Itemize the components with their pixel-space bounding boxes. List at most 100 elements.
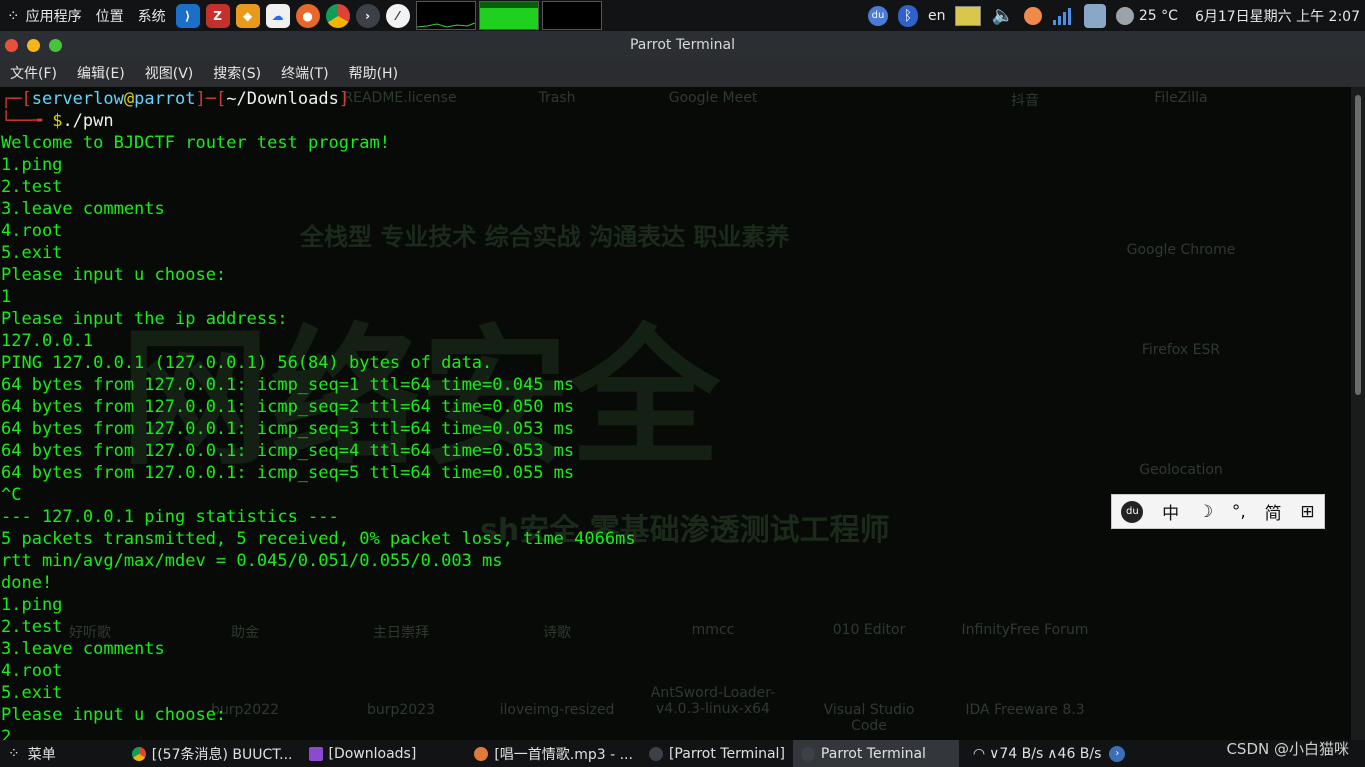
desktop-icon-row2-4[interactable]: AntSword-Loader-v4.0.3-linux-x64 bbox=[648, 685, 778, 717]
window-titlebar[interactable]: Parrot Terminal bbox=[0, 31, 1365, 59]
prompt-at: @ bbox=[123, 89, 135, 109]
task-downloads-label: [Downloads] bbox=[328, 745, 417, 762]
baidu-ime-tray-icon[interactable]: du bbox=[867, 5, 888, 26]
desktop-icon-google-meet[interactable]: Google Meet bbox=[648, 90, 778, 106]
desktop-icon-row2-6[interactable]: IDA Freeware 8.3 bbox=[960, 702, 1090, 718]
terminal-launcher-icon[interactable]: › bbox=[355, 3, 380, 28]
csdn-watermark: CSDN @小白猫咪 bbox=[1226, 740, 1349, 758]
menu-icon: ⁘ bbox=[8, 745, 20, 762]
baidu-ime-icon[interactable]: du bbox=[1121, 500, 1144, 523]
ime-toolbar[interactable]: du 中 ☽ °, 简 ⊞ bbox=[1111, 494, 1325, 529]
task-downloads[interactable]: [Downloads] bbox=[301, 740, 425, 767]
menu-terminal[interactable]: 终端(T) bbox=[271, 63, 338, 83]
ime-punctuation-toggle[interactable]: °, bbox=[1232, 502, 1246, 522]
desktop-icon-filezilla[interactable]: FileZilla bbox=[1116, 90, 1246, 106]
filezilla-launcher-icon[interactable]: Z bbox=[205, 3, 230, 28]
desktop-icon-row1-5[interactable]: mmcc bbox=[648, 622, 778, 638]
terminal-line: 3.leave comments bbox=[1, 199, 165, 219]
system-menu[interactable]: 系统 bbox=[131, 0, 173, 31]
storage-tray-icon[interactable] bbox=[1083, 3, 1106, 28]
menu-search[interactable]: 搜索(S) bbox=[203, 63, 271, 83]
ime-chinese-toggle[interactable]: 中 bbox=[1162, 499, 1179, 524]
task-terminal-1[interactable]: [Parrot Terminal] bbox=[641, 740, 793, 767]
task-music-label: [唱一首情歌.mp3 - ... bbox=[494, 746, 633, 763]
terminal-line: 1.ping bbox=[1, 155, 63, 175]
prompt-corner: └──╼ bbox=[1, 111, 53, 131]
volume-icon[interactable]: 🔈 bbox=[991, 5, 1013, 26]
prompt-host: parrot bbox=[134, 89, 196, 109]
desktop-icon-row1-7[interactable]: InfinityFree Forum bbox=[960, 622, 1090, 638]
ime-simplified-toggle[interactable]: 简 bbox=[1265, 499, 1282, 524]
firefox-launcher-icon[interactable]: ● bbox=[295, 3, 320, 28]
desktop-icon-row2-5[interactable]: Visual Studio Code bbox=[804, 702, 934, 734]
task-browser[interactable]: [(57条消息) BUUCT... bbox=[124, 740, 301, 767]
desktop-icon-row1-6[interactable]: 010 Editor bbox=[804, 622, 934, 638]
weather-icon bbox=[1115, 6, 1134, 25]
terminal-line: 127.0.0.1 bbox=[1, 331, 94, 351]
task-terminal-1-label: [Parrot Terminal] bbox=[668, 745, 785, 762]
desktop-icon-douyin[interactable]: 抖音 bbox=[960, 90, 1090, 110]
terminal-line: 64 bytes from 127.0.0.1: icmp_seq=5 ttl=… bbox=[1, 463, 575, 483]
ime-moon-icon[interactable]: ☽ bbox=[1198, 502, 1213, 522]
applications-menu[interactable]: ⁘ 应用程序 bbox=[0, 0, 89, 31]
network-signal-icon[interactable] bbox=[1052, 6, 1074, 26]
prompt-user: serverlow bbox=[31, 89, 124, 109]
taskbar-expand-icon[interactable]: › bbox=[1109, 745, 1126, 762]
terminal-line: 64 bytes from 127.0.0.1: icmp_seq=1 ttl=… bbox=[1, 375, 575, 395]
chrome-icon bbox=[131, 746, 146, 761]
prompt-separator: ]─[ bbox=[195, 89, 227, 109]
keyboard-layout-indicator[interactable]: en bbox=[928, 8, 946, 24]
terminal-lines: Welcome to BJDCTF router test program! 1… bbox=[1, 133, 636, 740]
bluetooth-icon[interactable]: ᛒ bbox=[897, 4, 918, 27]
task-music-player[interactable]: [唱一首情歌.mp3 - ... bbox=[466, 740, 641, 767]
vscode-launcher-icon[interactable]: ⟩ bbox=[175, 3, 200, 28]
sublime-launcher-icon[interactable]: ◆ bbox=[235, 3, 260, 28]
terminal-line: 64 bytes from 127.0.0.1: icmp_seq=3 ttl=… bbox=[1, 419, 575, 439]
menu-help[interactable]: 帮助(H) bbox=[339, 63, 408, 83]
prompt-command: ./pwn bbox=[62, 111, 114, 131]
terminal-line: 1.ping bbox=[1, 595, 63, 615]
clock[interactable]: 6月17日星期六 上午 2:07 bbox=[1195, 6, 1360, 26]
baidu-netdisk-launcher-icon[interactable]: ☁ bbox=[265, 3, 290, 28]
task-terminal-2[interactable]: Parrot Terminal bbox=[792, 740, 959, 767]
menu-edit[interactable]: 编辑(E) bbox=[67, 63, 135, 83]
music-player-icon bbox=[474, 746, 489, 761]
terminal-view[interactable]: 全栈型 专业技术 综合实战 沟通表达 职业素养 网络安全 sh安全 零基础渗透测… bbox=[0, 87, 1351, 740]
places-menu[interactable]: 位置 bbox=[89, 0, 131, 31]
menu-file[interactable]: 文件(F) bbox=[0, 63, 67, 83]
taskbar: ⁘ 菜单 [(57条消息) BUUCT... [Downloads] [唱一首情… bbox=[0, 740, 1365, 767]
screenshot-tray-icon[interactable] bbox=[955, 5, 982, 26]
terminal-line: 2.test bbox=[1, 617, 63, 637]
terminal-line: 2 bbox=[1, 727, 12, 740]
net-up-speed: 46 B/s bbox=[1057, 745, 1102, 762]
top-panel: ⁘ 应用程序 位置 系统 ⟩ Z ◆ ☁ ● › ⁄ du ᛒ en 🔈 25 … bbox=[0, 0, 1365, 31]
terminal-scrollbar[interactable] bbox=[1351, 87, 1365, 740]
prompt-close: ] bbox=[338, 89, 350, 109]
safari-launcher-icon[interactable]: ⁄ bbox=[385, 3, 410, 28]
weather-temperature[interactable]: 25 °C bbox=[1139, 8, 1178, 24]
terminal-line: ^C bbox=[1, 485, 22, 505]
download-arrow-icon: ∨ bbox=[989, 745, 1000, 762]
taskbar-menu-button[interactable]: ⁘ 菜单 bbox=[0, 740, 64, 767]
task-terminal-2-label: Parrot Terminal bbox=[820, 745, 926, 762]
terminal-line: 5.exit bbox=[1, 683, 63, 703]
terminal-line: Welcome to BJDCTF router test program! bbox=[1, 133, 390, 153]
network-speed[interactable]: ◠ ∨ 74 B/s ∧ 46 B/s bbox=[965, 740, 1110, 767]
media-player-tray-icon[interactable] bbox=[1023, 6, 1042, 25]
chrome-launcher-icon[interactable] bbox=[325, 3, 350, 28]
scrollbar-thumb[interactable] bbox=[1355, 95, 1361, 395]
terminal-line: 5 packets transmitted, 5 received, 0% pa… bbox=[1, 529, 636, 549]
cpu-monitor-graph bbox=[415, 1, 476, 30]
desktop-icon-google-chrome[interactable]: Google Chrome bbox=[1116, 242, 1246, 258]
parrot-logo-icon: ⁘ bbox=[7, 6, 20, 25]
terminal-line: Please input u choose: bbox=[1, 705, 227, 725]
applications-label: 应用程序 bbox=[25, 8, 82, 25]
terminal-line: 5.exit bbox=[1, 243, 63, 263]
memory-monitor-graph bbox=[478, 1, 539, 30]
desktop-icon-geolocation[interactable]: Geolocation bbox=[1116, 462, 1246, 478]
desktop-icon-firefox-esr[interactable]: Firefox ESR bbox=[1116, 342, 1246, 358]
ime-grid-icon[interactable]: ⊞ bbox=[1300, 502, 1314, 522]
prompt-path: ~/Downloads bbox=[226, 89, 339, 109]
terminal-output[interactable]: ┌─[serverlow@parrot]─[~/Downloads] └──╼ … bbox=[1, 88, 636, 740]
menu-view[interactable]: 视图(V) bbox=[135, 63, 204, 83]
